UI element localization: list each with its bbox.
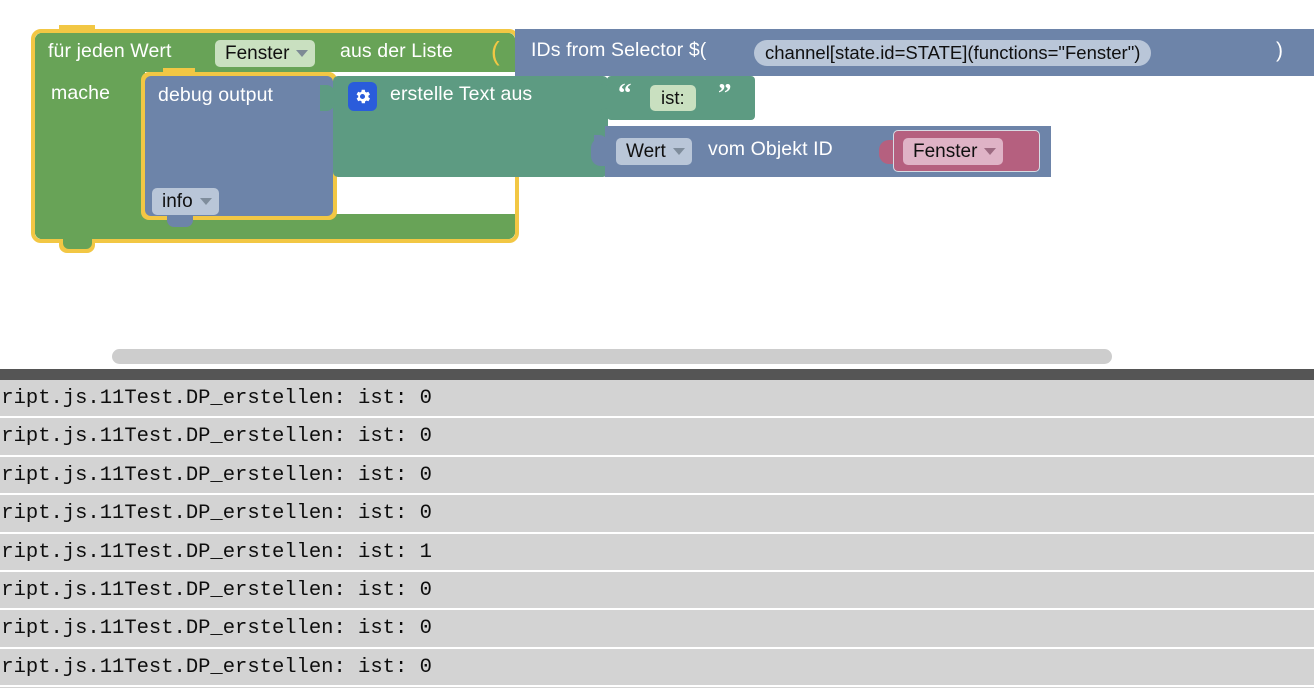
for-each-prefix-label: für jeden Wert: [48, 40, 172, 62]
get-value-property-value: Wert: [626, 140, 666, 162]
object-id-dropdown[interactable]: Fenster: [903, 138, 1004, 165]
debug-output-level-value: info: [162, 190, 193, 212]
log-row[interactable]: cript.js.11Test.DP_erstellen: ist: 0: [0, 495, 1314, 534]
log-pane-divider[interactable]: [0, 369, 1314, 380]
debug-output-notch-bottom: [167, 216, 193, 227]
create-text-socket-1: [594, 84, 608, 110]
blockly-workspace[interactable]: für jeden Wert Fenster aus der Liste ( m…: [0, 0, 1314, 370]
log-row-list: cript.js.11Test.DP_erstellen: ist: 0 crip…: [0, 380, 1314, 688]
horizontal-scrollbar[interactable]: [112, 349, 1112, 364]
ids-from-selector-label: IDs from Selector $(: [531, 39, 707, 61]
log-row[interactable]: cript.js.11Test.DP_erstellen: ist: 0: [0, 571, 1314, 611]
chevron-down-icon: [672, 148, 685, 155]
log-output-pane[interactable]: cript.js.11Test.DP_erstellen: ist: 0 crip…: [0, 380, 1314, 688]
get-value-property-dropdown[interactable]: Wert: [616, 138, 692, 165]
create-text-label: erstelle Text aus: [390, 83, 533, 105]
chevron-down-icon: [199, 198, 212, 205]
string-literal-value: ist:: [661, 87, 685, 108]
gear-icon[interactable]: [348, 82, 377, 111]
for-each-variable-value: Fenster: [225, 42, 290, 64]
string-literal-input[interactable]: ist:: [650, 85, 696, 111]
debug-output-value-socket: [320, 85, 335, 111]
ids-from-selector-input[interactable]: channel[state.id=STATE](functions="Fenst…: [754, 40, 1152, 66]
log-row[interactable]: cript.js.11Test.DP_erstellen: ist: 1: [0, 533, 1314, 572]
chevron-down-icon: [984, 148, 997, 155]
log-row[interactable]: cript.js.11Test.DP_erstellen: ist: 0: [0, 380, 1314, 419]
for-each-notch-bottom: [63, 239, 92, 249]
object-id-value: Fenster: [913, 140, 978, 162]
log-row[interactable]: cript.js.11Test.DP_erstellen: ist: 0: [0, 648, 1314, 688]
log-row[interactable]: cript.js.11Test.DP_erstellen: ist: 0: [0, 418, 1314, 457]
get-value-label: vom Objekt ID: [708, 138, 833, 160]
debug-output-notch-top: [167, 76, 193, 84]
chevron-down-icon: [296, 50, 309, 57]
log-row[interactable]: cript.js.11Test.DP_erstellen: ist: 0: [0, 610, 1314, 649]
quote-open-icon: “: [618, 78, 632, 108]
debug-output-level-dropdown[interactable]: info: [152, 188, 219, 215]
ids-from-selector-close-paren: ): [1276, 39, 1284, 62]
debug-output-label: debug output: [158, 84, 274, 106]
quote-close-icon: ”: [718, 78, 732, 108]
log-row[interactable]: cript.js.11Test.DP_erstellen: ist: 0: [0, 456, 1314, 496]
for-each-middle-label: aus der Liste: [340, 40, 453, 62]
for-each-variable-dropdown[interactable]: Fenster: [215, 40, 316, 67]
for-each-do-label: mache: [51, 82, 111, 104]
ids-from-selector-value: channel[state.id=STATE](functions="Fenst…: [765, 42, 1141, 63]
for-each-list-socket-bracket: (: [491, 36, 500, 66]
